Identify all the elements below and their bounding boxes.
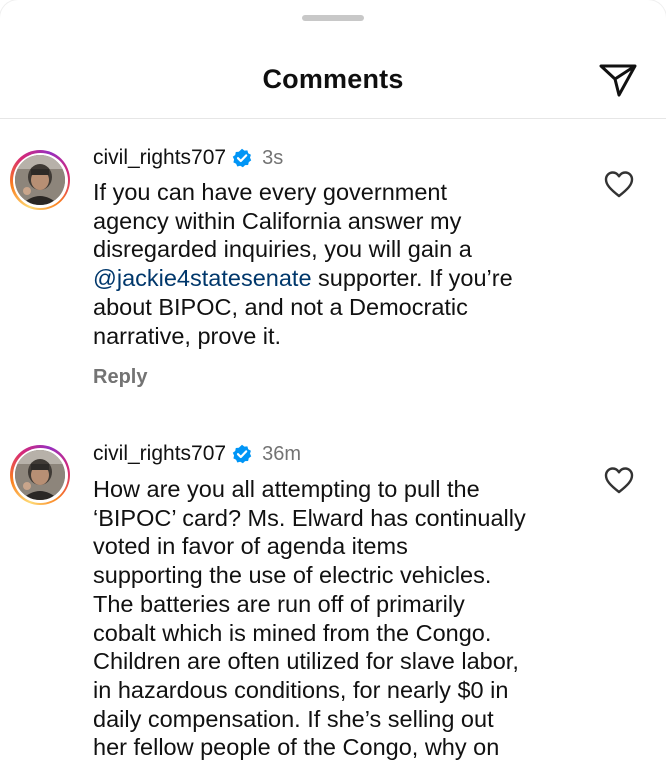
mention-link[interactable]: @jackie4statesenate — [93, 265, 312, 291]
comment-timestamp: 3s — [262, 147, 284, 169]
comment-text: If you can have every government agency … — [93, 178, 573, 350]
comment-text: How are you all attempting to pull the ‘… — [93, 476, 526, 761]
verified-badge-icon — [232, 148, 252, 168]
username-link[interactable]: civil_rights707 — [93, 145, 226, 171]
avatar[interactable] — [10, 445, 70, 505]
avatar[interactable] — [10, 150, 70, 210]
verified-badge-icon — [232, 444, 252, 464]
username-link[interactable]: civil_rights707 — [93, 441, 226, 467]
avatar-photo — [15, 450, 65, 500]
drag-handle[interactable] — [302, 15, 364, 21]
share-button[interactable] — [596, 60, 640, 100]
comment-timestamp: 36m — [262, 443, 301, 465]
comment-header: civil_rights707 36m — [93, 441, 301, 467]
page-title: Comments — [262, 64, 404, 94]
heart-outline-icon[interactable] — [604, 466, 634, 494]
comments-sheet: Comments civil_rights707 3s If you can h… — [0, 0, 666, 771]
comment-header: civil_rights707 3s — [93, 145, 283, 171]
comment-text-part: If you can have every government agency … — [93, 179, 472, 263]
reply-button[interactable]: Reply — [93, 366, 147, 389]
avatar-photo — [15, 155, 65, 205]
header-divider — [0, 118, 666, 119]
paper-plane-icon — [599, 64, 637, 97]
heart-outline-icon[interactable] — [604, 170, 634, 198]
